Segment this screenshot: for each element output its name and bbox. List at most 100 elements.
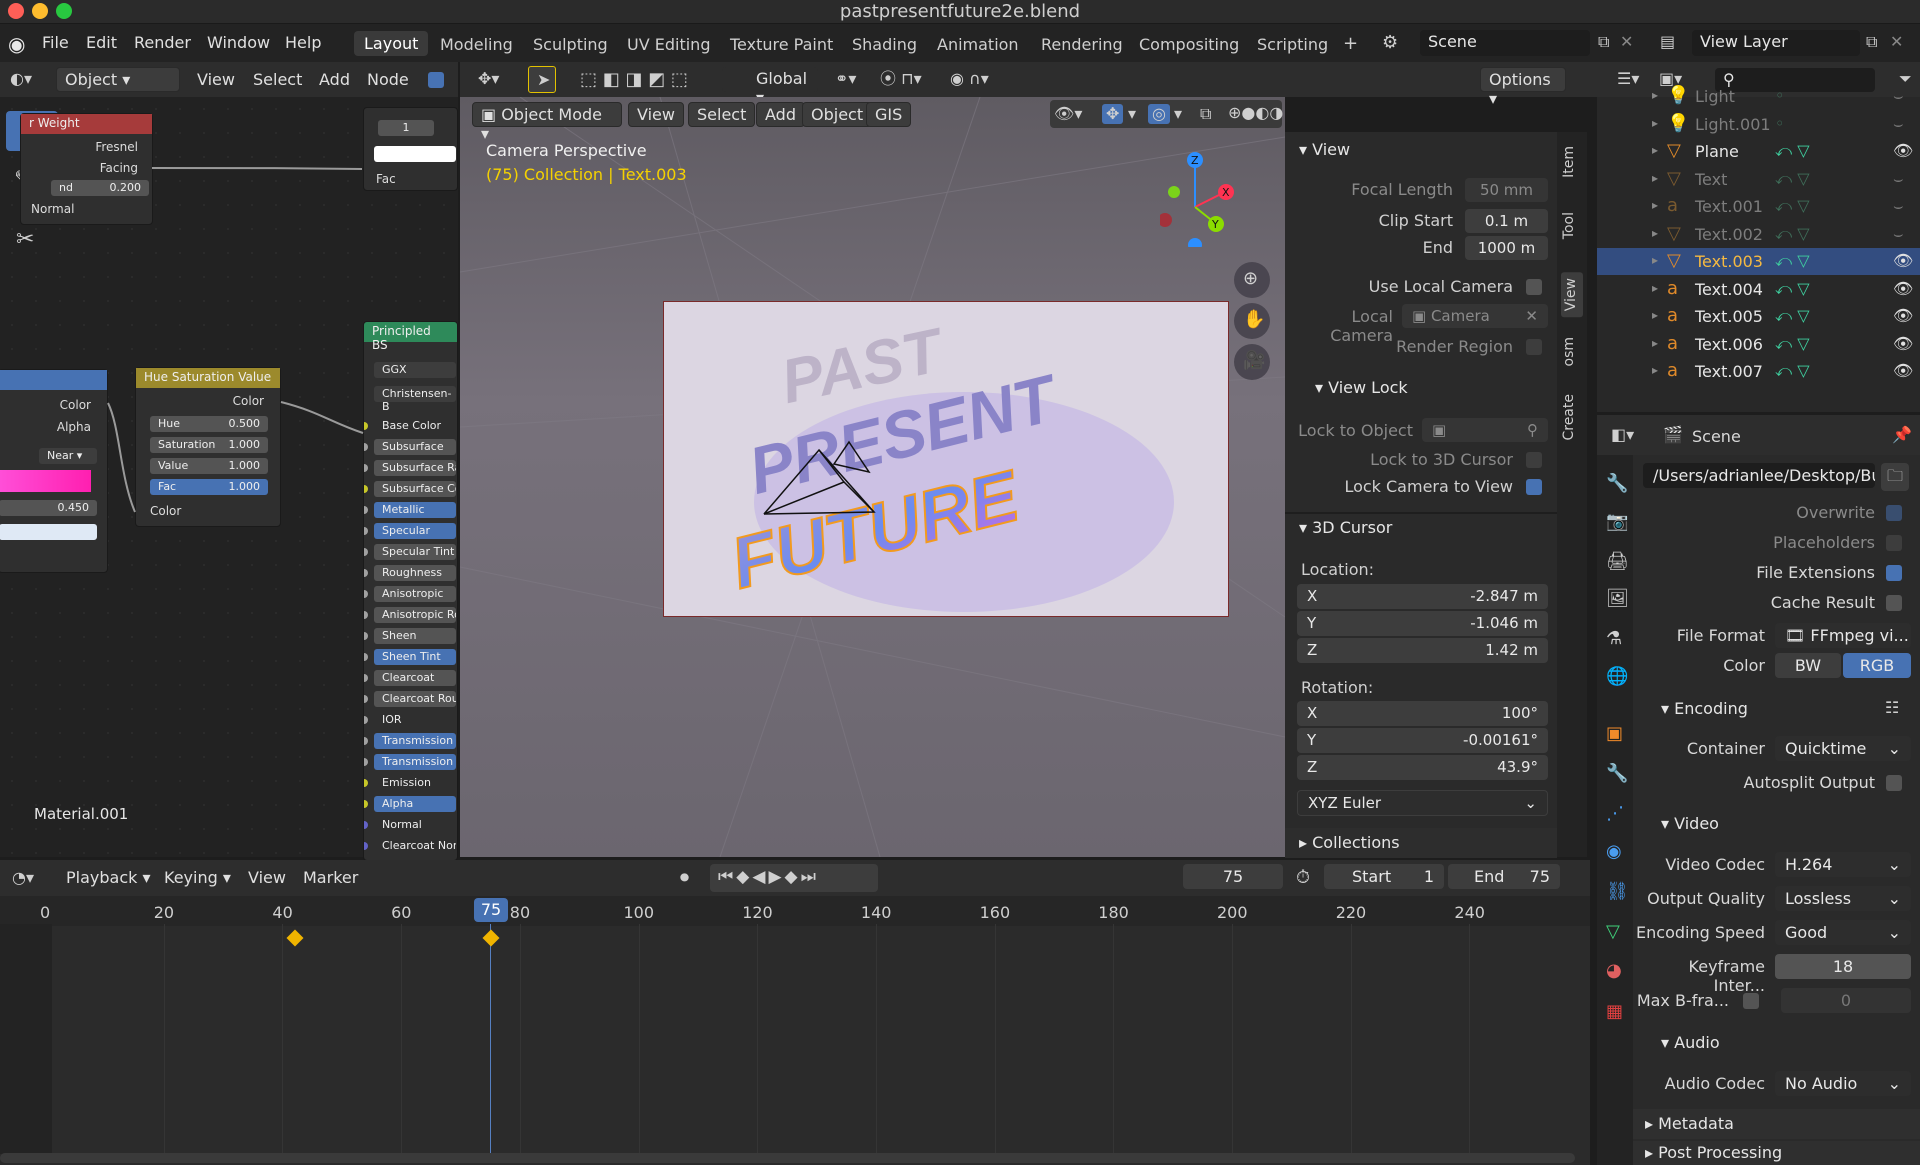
output-tab-icon[interactable]: 🖨 xyxy=(1606,553,1629,571)
eye-icon[interactable]: 👁 xyxy=(1893,143,1913,159)
select-mode-icons[interactable]: ⬚ ◧ ◨ ◩ ⬚ xyxy=(580,71,688,89)
menu-edit[interactable]: Edit xyxy=(86,33,117,52)
file-extensions-checkbox[interactable] xyxy=(1886,565,1902,581)
tab-rendering[interactable]: Rendering xyxy=(1041,35,1123,54)
3d-viewport[interactable]: ▣ Object Mode ▾ View Select Add Object G… xyxy=(460,97,1285,857)
eye-icon[interactable]: 👁 xyxy=(1893,363,1913,379)
add-workspace-icon[interactable]: + xyxy=(1343,35,1358,53)
select-tool-button[interactable]: ➤ xyxy=(528,66,556,93)
viewport-menu-object[interactable]: Object xyxy=(802,102,873,127)
viewport-menu-view[interactable]: View xyxy=(628,102,684,127)
clip-start-field[interactable]: 0.1 m xyxy=(1465,209,1548,233)
hidden-icon[interactable]: ⌣ xyxy=(1893,225,1904,242)
lock-to-object-field[interactable]: ▣ ⚲ xyxy=(1422,418,1548,442)
object-tab-icon[interactable]: ▣ xyxy=(1606,725,1623,743)
audio-section[interactable]: ▾ Audio xyxy=(1661,1033,1720,1052)
options-dropdown[interactable]: Options ▾ xyxy=(1480,67,1566,108)
record-icon[interactable]: ⏺ xyxy=(680,869,689,887)
view-section-header[interactable]: ▾ View xyxy=(1299,140,1350,159)
tab-layout[interactable]: Layout xyxy=(354,31,429,56)
menu-render[interactable]: Render xyxy=(134,33,191,52)
node-menu-node[interactable]: Node xyxy=(367,70,409,89)
node-object-dropdown[interactable]: Object ▾ xyxy=(56,67,180,92)
tab-modeling[interactable]: Modeling xyxy=(440,35,513,54)
eye-icon[interactable]: 👁 xyxy=(1893,335,1913,352)
tab-view[interactable]: View xyxy=(1561,272,1583,318)
orientation-dropdown[interactable]: Global ▾ xyxy=(722,67,818,107)
use-nodes-checkbox[interactable] xyxy=(428,72,444,88)
data-icon[interactable]: ⤺ ▽ xyxy=(1775,225,1810,242)
new-view-layer-icon[interactable]: ⧉ xyxy=(1866,34,1877,50)
tab-animation[interactable]: Animation xyxy=(937,35,1019,54)
navigation-gizmo[interactable]: Z X Y xyxy=(1160,147,1250,247)
delete-view-layer-icon[interactable]: ✕ xyxy=(1890,34,1903,50)
rot-z-field[interactable]: Z 43.9° xyxy=(1297,755,1548,780)
particles-tab-icon[interactable]: ⋰ xyxy=(1606,805,1624,823)
3d-cursor-header[interactable]: ▾ 3D Cursor xyxy=(1299,518,1392,537)
metadata-section[interactable]: ▸ Metadata xyxy=(1633,1109,1920,1139)
gizmo-dropdown-icon[interactable]: ▾ xyxy=(1128,106,1136,122)
outliner-item[interactable]: ▸ a Text.004 ⤺ ▽ 👁 xyxy=(1597,276,1920,303)
overwrite-checkbox[interactable] xyxy=(1886,505,1902,521)
modifier-tab-icon[interactable]: 🔧 xyxy=(1606,765,1628,783)
data-icon[interactable]: ⤺ ▽ xyxy=(1775,143,1810,159)
eye-icon[interactable]: 👁 xyxy=(1893,308,1913,324)
snap-icon[interactable]: ⦿ ⊓▾ xyxy=(880,71,922,87)
placeholders-checkbox[interactable] xyxy=(1886,535,1902,551)
tab-item[interactable]: Item xyxy=(1561,146,1583,178)
expand-icon[interactable]: ▸ xyxy=(1652,254,1658,266)
expand-icon[interactable]: ▸ xyxy=(1652,337,1658,349)
max-bframes-field[interactable]: 0 xyxy=(1781,988,1911,1013)
loc-z-field[interactable]: Z 1.42 m xyxy=(1297,638,1548,663)
visibility-icon[interactable]: 👁▾ xyxy=(1054,106,1082,122)
end-frame-field[interactable]: End 75 xyxy=(1448,864,1560,889)
encoding-speed-dropdown[interactable]: Good ⌄ xyxy=(1775,920,1911,945)
overlays-icon[interactable]: ◎ xyxy=(1148,104,1170,124)
pan-button[interactable]: ✋ xyxy=(1234,303,1270,339)
scene-tab-icon[interactable]: ⚗ xyxy=(1606,630,1622,648)
data-icon[interactable]: ⤺ ▽ xyxy=(1775,280,1810,297)
expand-icon[interactable]: ▸ xyxy=(1652,227,1658,239)
node-menu-select[interactable]: Select xyxy=(253,70,302,89)
start-frame-field[interactable]: Start 1 xyxy=(1324,864,1444,889)
timeline-scrollbar[interactable] xyxy=(0,1153,1575,1163)
eye-icon[interactable]: 👁 xyxy=(1893,280,1913,297)
tool-tab-icon[interactable]: 🔧 xyxy=(1606,475,1628,493)
mode-dropdown[interactable]: ▣ Object Mode ▾ xyxy=(472,102,622,143)
camera-view-button[interactable]: 🎥 xyxy=(1234,344,1270,380)
lock-camera-to-view-checkbox[interactable] xyxy=(1526,479,1542,495)
expand-icon[interactable]: ▸ xyxy=(1652,199,1658,211)
clip-end-field[interactable]: 1000 m xyxy=(1465,236,1548,260)
scene-icon[interactable]: ⚙ xyxy=(1382,34,1398,52)
keyframe-interval-field[interactable]: 18 xyxy=(1775,954,1911,979)
view-layer-field[interactable]: View Layer xyxy=(1692,30,1860,56)
loc-x-field[interactable]: X -2.847 m xyxy=(1297,584,1548,609)
autosplit-checkbox[interactable] xyxy=(1886,775,1902,791)
outliner-item[interactable]: ▸ ▽ Text.002 ⤺ ▽ ⌣ xyxy=(1597,221,1920,248)
lock-3d-cursor-checkbox[interactable] xyxy=(1526,452,1542,468)
pivot-point-icon[interactable]: ⚭▾ xyxy=(835,71,856,87)
proportional-edit-icon[interactable]: ◉ ∩▾ xyxy=(950,71,989,87)
local-camera-field[interactable]: ▣ Camera ✕ xyxy=(1402,304,1548,328)
data-icon[interactable]: ⤺ ▽ xyxy=(1775,198,1810,214)
eye-icon[interactable]: 👁 xyxy=(1893,253,1913,269)
outliner-item[interactable]: ▸ ▽ Text ⤺ ▽ ⌣ xyxy=(1597,166,1920,193)
rot-x-field[interactable]: X 100° xyxy=(1297,701,1548,726)
keying-menu[interactable]: Keying ▾ xyxy=(164,868,231,887)
menu-window[interactable]: Window xyxy=(207,33,270,52)
constraints-tab-icon[interactable]: ⛓ xyxy=(1606,883,1629,901)
data-icon[interactable]: ⤺ ▽ xyxy=(1775,363,1810,379)
expand-icon[interactable]: ▸ xyxy=(1652,117,1658,129)
viewport-menu-select[interactable]: Select xyxy=(688,102,756,127)
menu-help[interactable]: Help xyxy=(285,33,321,52)
texture-tab-icon[interactable]: ▦ xyxy=(1606,1003,1623,1021)
rot-y-field[interactable]: Y -0.00161° xyxy=(1297,728,1548,753)
data-icon[interactable]: ⤺ ▽ xyxy=(1775,253,1810,269)
outliner-item[interactable]: ▸ ▽ Plane ⤺ ▽ 👁 xyxy=(1597,138,1920,165)
tab-sculpting[interactable]: Sculpting xyxy=(533,35,608,54)
audio-codec-dropdown[interactable]: No Audio ⌄ xyxy=(1775,1071,1911,1096)
expand-icon[interactable]: ▸ xyxy=(1652,309,1658,321)
presets-icon[interactable]: ☷ xyxy=(1885,700,1899,716)
expand-icon[interactable]: ▸ xyxy=(1652,172,1658,184)
encoding-section[interactable]: ▾ Encoding xyxy=(1661,699,1748,718)
